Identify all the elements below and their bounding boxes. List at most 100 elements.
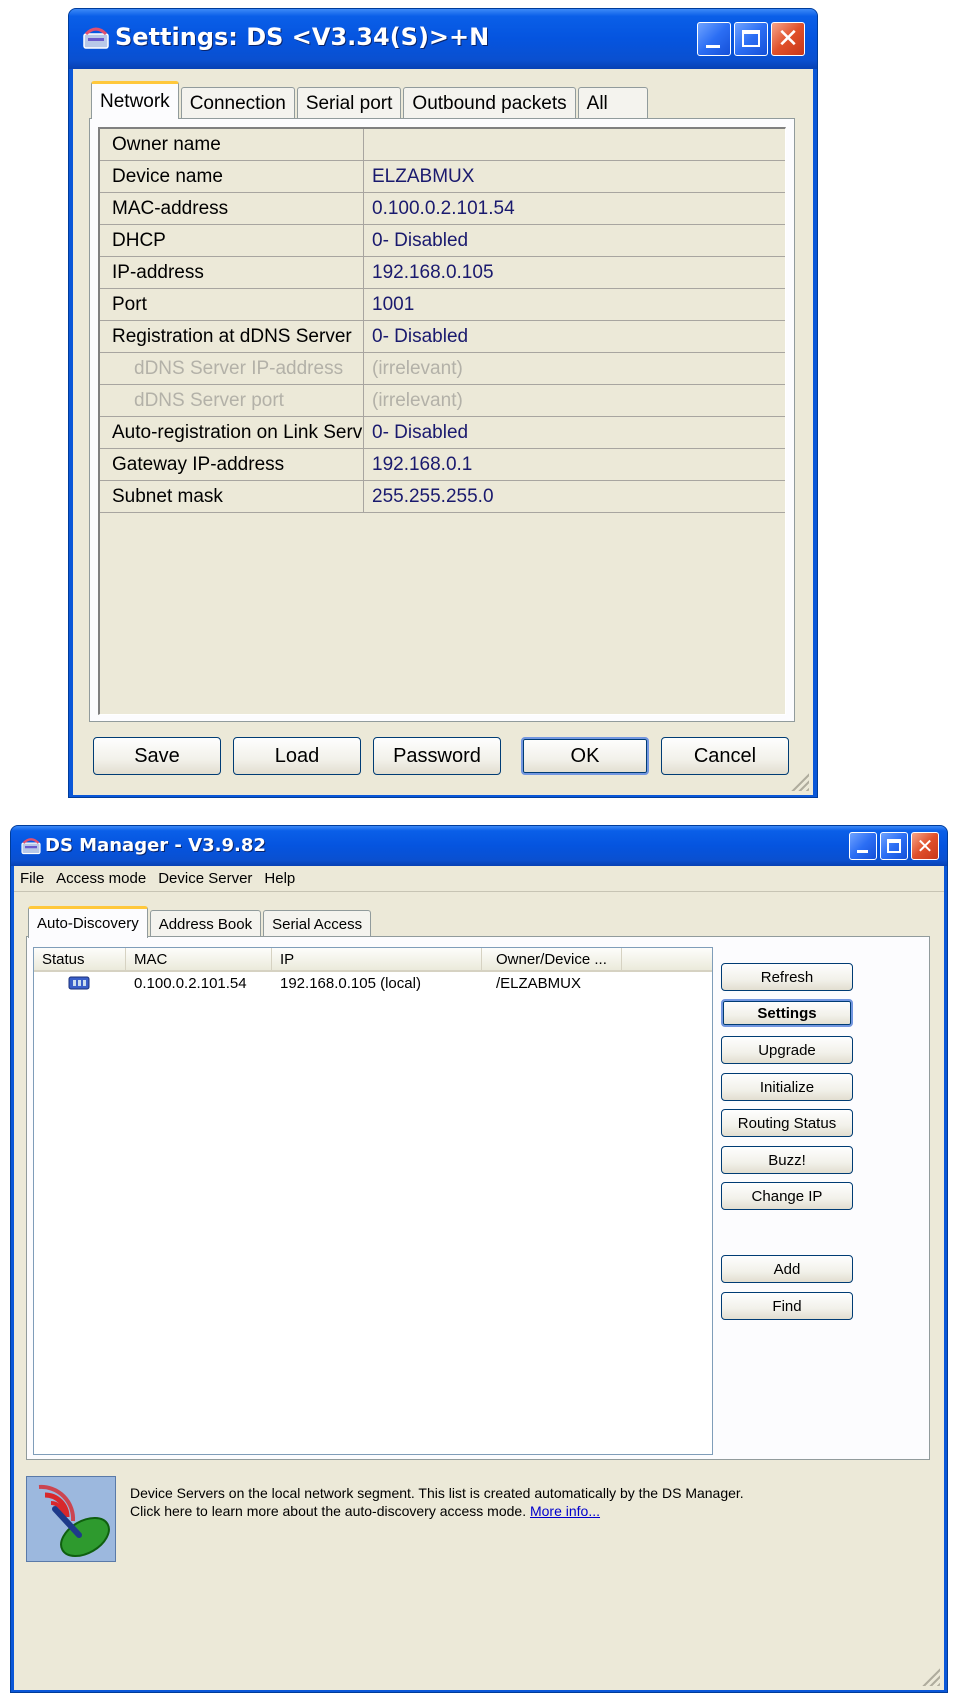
property-value[interactable]: ELZABMUX xyxy=(364,161,785,192)
property-value[interactable]: 0- Disabled xyxy=(364,321,785,352)
ds-manager-window-title: DS Manager - V3.9.82 xyxy=(45,835,266,856)
property-row[interactable]: IP-address 192.168.0.105 xyxy=(100,257,785,289)
property-row: dDNS Server IP-address (irrelevant) xyxy=(100,353,785,385)
property-value[interactable] xyxy=(364,129,785,160)
ds-manager-body: File Access mode Device Server Help Auto… xyxy=(14,866,944,1690)
minimize-button[interactable] xyxy=(697,22,731,56)
tab-connection[interactable]: Connection xyxy=(180,87,295,119)
tab-serial-access[interactable]: Serial Access xyxy=(263,910,372,938)
tab-address-book[interactable]: Address Book xyxy=(149,910,262,938)
minimize-button[interactable] xyxy=(849,832,877,860)
info-line-2: Click here to learn more about the auto-… xyxy=(130,1502,744,1520)
owner-cell: /ELZABMUX xyxy=(496,974,582,992)
property-name: Port xyxy=(100,289,364,320)
password-button[interactable]: Password xyxy=(373,737,501,775)
property-row[interactable]: DHCP 0- Disabled xyxy=(100,225,785,257)
save-button[interactable]: Save xyxy=(93,737,221,775)
ds-manager-tabs: Auto-Discovery Address Book Serial Acces… xyxy=(28,906,373,938)
ds-app-icon xyxy=(19,834,43,858)
property-name: Device name xyxy=(100,161,364,192)
property-row[interactable]: Subnet mask 255.255.255.0 xyxy=(100,481,785,513)
menu-file[interactable]: File xyxy=(14,870,50,887)
settings-body: Network Connection Serial port Outbound … xyxy=(73,69,813,795)
column-owner-device[interactable]: Owner/Device ... xyxy=(482,948,622,970)
info-text: Device Servers on the local network segm… xyxy=(116,1476,744,1562)
tab-outbound-packets[interactable]: Outbound packets xyxy=(403,87,576,119)
close-button[interactable]: ✕ xyxy=(911,832,939,860)
property-value[interactable]: 255.255.255.0 xyxy=(364,481,785,512)
more-info-link[interactable]: More info... xyxy=(530,1503,600,1519)
load-button[interactable]: Load xyxy=(233,737,361,775)
property-row: dDNS Server port (irrelevant) xyxy=(100,385,785,417)
menu-help[interactable]: Help xyxy=(258,870,301,887)
property-row[interactable]: Device name ELZABMUX xyxy=(100,161,785,193)
close-button[interactable]: ✕ xyxy=(771,22,805,56)
property-value[interactable]: 0- Disabled xyxy=(364,225,785,256)
tab-auto-discovery[interactable]: Auto-Discovery xyxy=(28,906,148,938)
property-name: Gateway IP-address xyxy=(100,449,364,480)
property-value: (irrelevant) xyxy=(372,389,463,411)
minimize-icon xyxy=(706,44,720,48)
property-row[interactable]: Auto-registration on Link Serv 0- Disable… xyxy=(100,417,785,449)
table-row[interactable]: 0.100.0.2.101.54 192.168.0.105 (local) /… xyxy=(34,972,712,994)
column-mac[interactable]: MAC xyxy=(126,948,272,970)
settings-title-bar[interactable]: Settings: DS <V3.34(S)>+N ✕ xyxy=(69,9,817,69)
tab-network[interactable]: Network xyxy=(91,81,179,119)
resize-grip[interactable] xyxy=(791,773,809,791)
settings-window-title: Settings: DS <V3.34(S)>+N xyxy=(115,23,490,51)
network-tab-panel: Owner name Device name ELZABMUX MAC-addre… xyxy=(89,118,795,722)
close-icon: ✕ xyxy=(916,834,934,858)
resize-grip[interactable] xyxy=(922,1668,940,1686)
minimize-icon xyxy=(856,850,868,854)
property-name: Owner name xyxy=(100,129,364,160)
property-row[interactable]: Registration at dDNS Server 0- Disabled xyxy=(100,321,785,353)
add-button[interactable]: Add xyxy=(721,1255,853,1283)
property-name: Auto-registration on Link Serv xyxy=(100,417,364,448)
buzz-button[interactable]: Buzz! xyxy=(721,1146,853,1174)
property-name: Registration at dDNS Server xyxy=(100,321,364,352)
property-row[interactable]: MAC-address 0.100.0.2.101.54 xyxy=(100,193,785,225)
info-line-1: Device Servers on the local network segm… xyxy=(130,1485,744,1501)
maximize-icon xyxy=(742,30,760,48)
auto-discovery-panel: Status MAC IP Owner/Device ... 0.100.0.2… xyxy=(26,936,930,1460)
tab-all[interactable]: All xyxy=(577,87,648,119)
property-name: MAC-address xyxy=(100,193,364,224)
menu-access-mode[interactable]: Access mode xyxy=(50,870,152,887)
property-row[interactable]: Owner name xyxy=(100,129,785,161)
property-name: IP-address xyxy=(100,257,364,288)
menu-device-server[interactable]: Device Server xyxy=(152,870,258,887)
settings-button[interactable]: Settings xyxy=(721,999,853,1027)
property-name: DHCP xyxy=(100,225,364,256)
maximize-button[interactable] xyxy=(734,22,768,56)
column-ip[interactable]: IP xyxy=(272,948,482,970)
property-row[interactable]: Gateway IP-address 192.168.0.1 xyxy=(100,449,785,481)
change-ip-button[interactable]: Change IP xyxy=(721,1182,853,1210)
property-value[interactable]: 1001 xyxy=(364,289,785,320)
find-button[interactable]: Find xyxy=(721,1292,853,1320)
refresh-button[interactable]: Refresh xyxy=(721,963,853,991)
property-name: Subnet mask xyxy=(100,481,364,512)
property-value[interactable]: 192.168.0.1 xyxy=(364,449,785,480)
menu-bar: File Access mode Device Server Help xyxy=(14,866,944,892)
routing-status-button[interactable]: Routing Status xyxy=(721,1109,853,1137)
property-row[interactable]: Port 1001 xyxy=(100,289,785,321)
status-cell xyxy=(34,975,126,991)
ds-manager-window: DS Manager - V3.9.82 ✕ File Access mode … xyxy=(10,825,948,1693)
settings-window: Settings: DS <V3.34(S)>+N ✕ Network Conn… xyxy=(68,8,818,798)
ok-button[interactable]: OK xyxy=(521,737,649,775)
column-status[interactable]: Status xyxy=(34,948,126,970)
upgrade-button[interactable]: Upgrade xyxy=(721,1036,853,1064)
device-list[interactable]: Status MAC IP Owner/Device ... 0.100.0.2… xyxy=(33,947,713,1455)
device-server-icon xyxy=(68,976,90,990)
tab-serial-port[interactable]: Serial port xyxy=(296,87,402,119)
property-value[interactable]: 0.100.0.2.101.54 xyxy=(364,193,785,224)
maximize-button[interactable] xyxy=(880,832,908,860)
property-value[interactable]: 192.168.0.105 xyxy=(364,257,785,288)
property-value[interactable]: 0- Disabled xyxy=(364,417,785,448)
property-name: dDNS Server IP-address xyxy=(100,353,364,384)
initialize-button[interactable]: Initialize xyxy=(721,1073,853,1101)
auto-discovery-icon xyxy=(26,1476,116,1562)
mac-cell: 0.100.0.2.101.54 xyxy=(134,974,247,992)
cancel-button[interactable]: Cancel xyxy=(661,737,789,775)
ds-manager-title-bar[interactable]: DS Manager - V3.9.82 ✕ xyxy=(11,826,947,866)
